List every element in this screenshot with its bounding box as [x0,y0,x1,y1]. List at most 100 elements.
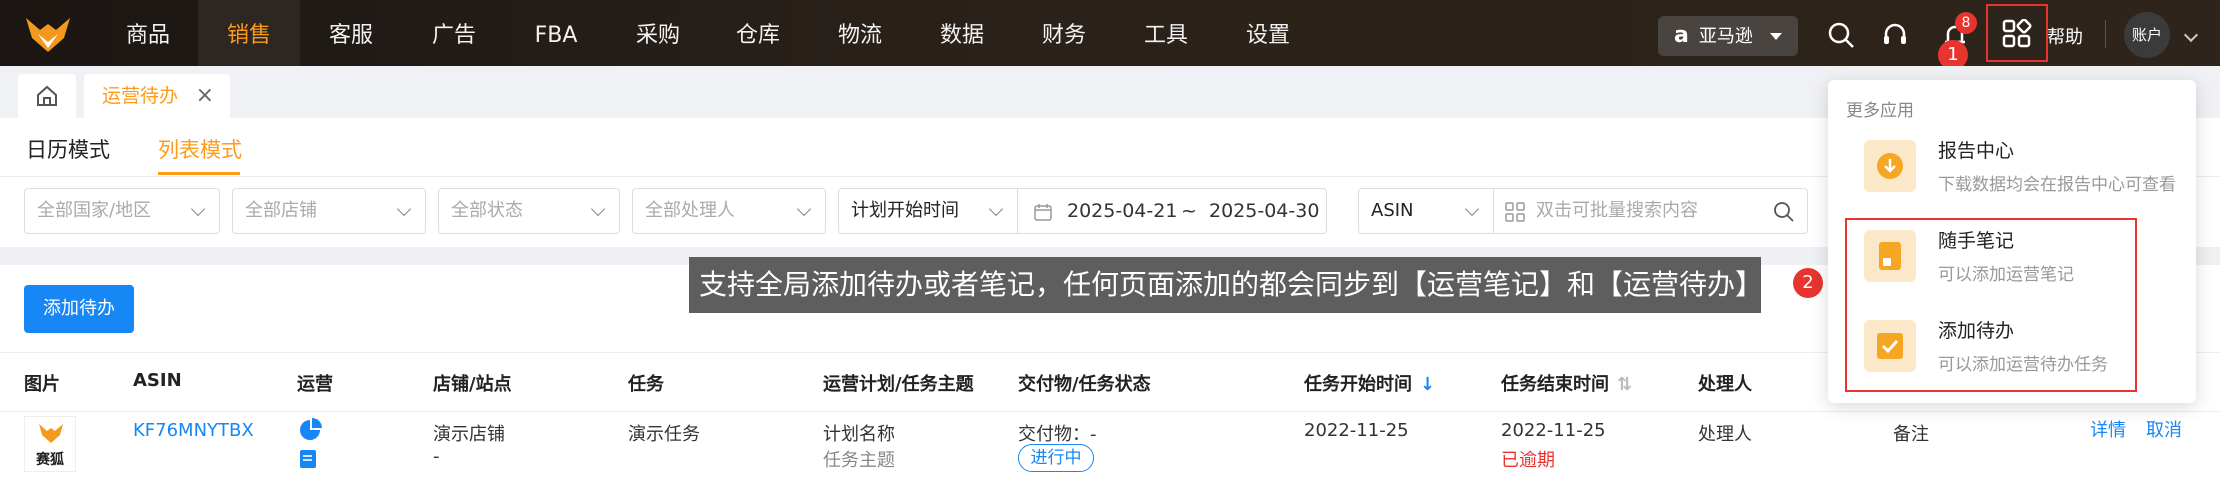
chevron-down-icon [796,201,812,217]
overdue-label: 已逾期 [1501,450,1555,471]
pie-chart-icon[interactable] [298,418,322,442]
app-desc: 下载数据均会在报告中心可查看 [1938,175,2176,195]
col-end-time[interactable]: 任务结束时间 ⇅ [1501,370,1632,396]
site-name: - [433,446,440,467]
end-date: 2022-11-25 [1501,420,1606,441]
more-apps-button[interactable] [1986,4,2048,62]
col-handler: 处理人 [1698,374,1752,395]
notify-count-badge: 8 [1955,12,1977,34]
home-tab[interactable] [18,74,76,118]
nav-item-purchase[interactable]: 采购 [612,0,704,66]
col-start-time[interactable]: 任务开始时间 ↓ [1304,370,1435,396]
search-icon[interactable] [1826,20,1856,50]
app-report-center[interactable]: 报告中心 下载数据均会在报告中心可查看 [1846,130,2186,210]
plan-name: 计划名称 [823,424,895,445]
tab-ops-todo[interactable]: 运营待办 × [84,74,230,118]
task-name: 演示任务 [628,424,700,445]
grid-scan-icon [1505,202,1525,222]
platform-selector[interactable]: a 亚马逊 [1658,16,1798,56]
store-name: 演示店铺 [433,424,505,445]
highlight-frame [1845,218,2137,392]
date-separator: ~ [1181,200,1197,222]
nav-item-ads[interactable]: 广告 [408,0,500,66]
handler-name: 处理人 [1698,424,1752,445]
task-topic: 任务主题 [823,450,895,471]
platform-label: 亚马逊 [1698,26,1753,47]
close-icon[interactable]: × [196,74,214,118]
country-select-value: 全部国家/地区 [37,200,152,221]
chevron-down-icon [190,201,206,217]
sort-icon[interactable]: ⇅ [1617,374,1632,395]
store-select[interactable]: 全部店铺 [232,188,426,234]
amazon-logo-icon: a [1674,23,1689,48]
country-select[interactable]: 全部国家/地区 [24,188,220,234]
time-type-select[interactable]: 计划开始时间 [838,188,1018,234]
account-avatar[interactable]: 账户 [2124,12,2170,58]
col-operator: 运营 [297,374,333,395]
search-icon[interactable] [1773,201,1795,223]
chevron-down-icon [1464,201,1480,217]
search-placeholder: 双击可批量搜索内容 [1536,200,1698,221]
date-range-picker[interactable]: 2025-04-21 ~ 2025-04-30 [1017,188,1327,234]
annotation-tooltip: 支持全局添加待办或者笔记，任何页面添加的都会同步到【运营笔记】和【运营待办】 [689,257,1763,313]
nav-item-products[interactable]: 商品 [104,0,192,66]
note-text: 备注 [1893,424,1929,445]
status-badge: 进行中 [1018,444,1094,472]
tab-calendar-mode[interactable]: 日历模式 [26,134,110,164]
asin-link[interactable]: KF76MNYTBX [133,420,254,441]
caret-down-icon [1770,33,1782,40]
search-type-select[interactable]: ASIN [1358,188,1494,234]
nav-item-data[interactable]: 数据 [916,0,1008,66]
handler-select-value: 全部处理人 [645,200,735,221]
col-end-time-label: 任务结束时间 [1501,374,1609,395]
col-plan: 运营计划/任务主题 [823,374,974,395]
chevron-down-icon [988,201,1004,217]
chevron-down-icon [396,201,412,217]
chevron-down-icon[interactable] [2183,27,2199,43]
nav-item-service[interactable]: 客服 [305,0,397,66]
date-end[interactable]: 2025-04-30 [1209,189,1319,233]
top-navbar: 商品 销售 客服 广告 FBA 采购 仓库 物流 数据 财务 工具 设置 a 亚马… [0,0,2220,70]
headset-icon[interactable] [1880,20,1910,50]
add-todo-button[interactable]: 添加待办 [24,285,134,333]
store-select-value: 全部店铺 [245,200,317,221]
help-link[interactable]: 帮助 [2047,23,2083,49]
active-tab-indicator [158,172,240,175]
col-deliverable: 交付物/任务状态 [1018,374,1151,395]
calendar-icon [1034,204,1052,221]
handler-select[interactable]: 全部处理人 [632,188,826,234]
status-select-value: 全部状态 [451,200,523,221]
nav-item-sales[interactable]: 销售 [198,0,300,66]
sort-down-icon[interactable]: ↓ [1420,374,1435,395]
col-task: 任务 [628,374,664,395]
search-type-value: ASIN [1371,200,1414,221]
tab-list-mode[interactable]: 列表模式 [158,134,242,164]
panel-title: 更多应用 [1846,101,1914,121]
home-icon [37,85,57,106]
document-icon[interactable] [298,448,320,470]
product-image: 赛狐 [24,416,76,472]
cancel-link[interactable]: 取消 [2146,416,2182,442]
nav-item-settings[interactable]: 设置 [1222,0,1314,66]
image-label: 赛狐 [36,452,64,468]
nav-item-logistics[interactable]: 物流 [814,0,906,66]
date-start[interactable]: 2025-04-21 [1067,189,1177,233]
nav-item-fba[interactable]: FBA [510,0,602,66]
divider [2105,20,2106,48]
nav-item-finance[interactable]: 财务 [1018,0,1110,66]
step-badge-2: 2 [1793,268,1823,298]
nav-item-tools[interactable]: 工具 [1120,0,1212,66]
chevron-down-icon [590,201,606,217]
col-asin: ASIN [133,370,182,391]
download-icon [1864,140,1916,192]
time-type-value: 计划开始时间 [851,200,959,221]
col-image: 图片 [24,374,60,395]
tab-label: 运营待办 [102,85,179,107]
detail-link[interactable]: 详情 [2090,416,2126,442]
deliverable: 交付物：- [1018,424,1097,445]
batch-search-input[interactable]: 双击可批量搜索内容 [1492,188,1808,234]
nav-item-warehouse[interactable]: 仓库 [712,0,804,66]
col-start-time-label: 任务开始时间 [1304,374,1412,395]
status-select[interactable]: 全部状态 [438,188,620,234]
logo-icon [26,18,70,52]
